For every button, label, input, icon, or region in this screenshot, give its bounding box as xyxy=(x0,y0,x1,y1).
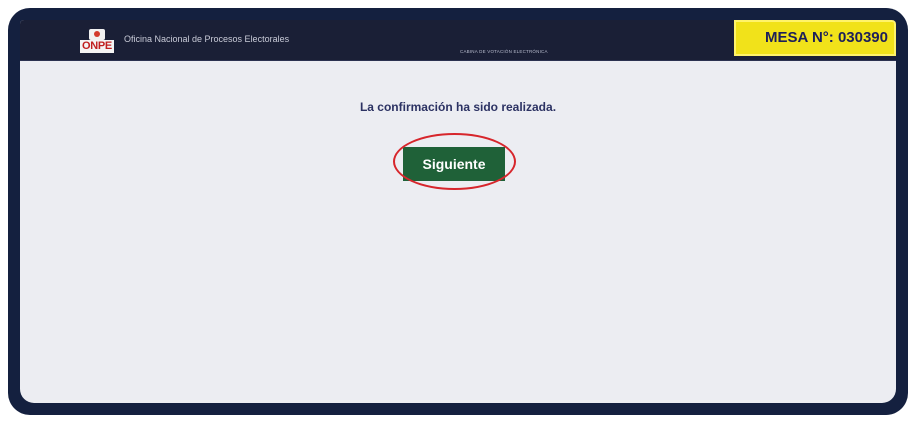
organization-name: Oficina Nacional de Procesos Electorales xyxy=(124,34,290,44)
next-button[interactable]: Siguiente xyxy=(403,147,505,181)
logo-wordmark: ONPE xyxy=(80,40,114,53)
header-subtitle: CABINA DE VOTACIÓN ELECTRÓNICA xyxy=(460,49,548,54)
onpe-logo: ONPE xyxy=(80,29,114,53)
seal-icon xyxy=(89,29,105,40)
voting-screen: ONPE Oficina Nacional de Procesos Electo… xyxy=(20,20,896,403)
device-frame: ONPE Oficina Nacional de Procesos Electo… xyxy=(8,8,908,415)
confirmation-message: La confirmación ha sido realizada. xyxy=(359,100,557,114)
header-bar: ONPE Oficina Nacional de Procesos Electo… xyxy=(20,20,896,61)
mesa-number-badge: MESA N°: 030390 xyxy=(734,20,896,56)
